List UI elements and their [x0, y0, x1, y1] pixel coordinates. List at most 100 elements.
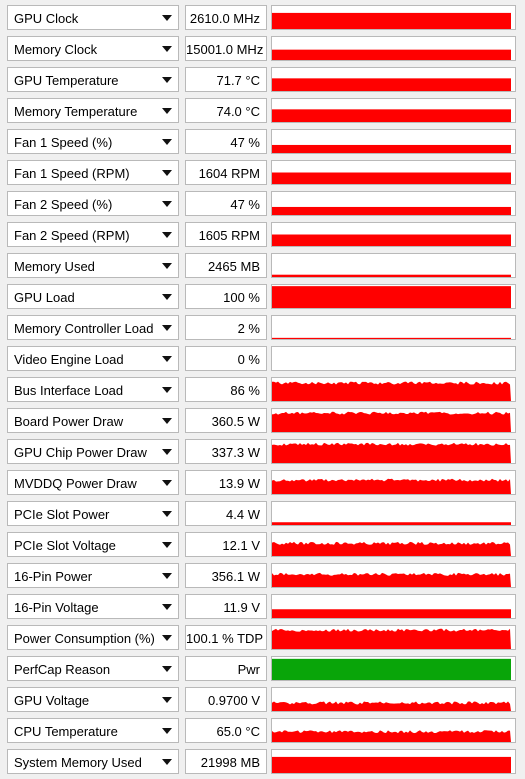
sensor-graph-plot	[272, 78, 511, 91]
dropdown-arrow-icon[interactable]	[161, 322, 173, 334]
sensor-value: 360.5 W	[211, 414, 260, 429]
dropdown-arrow-icon[interactable]	[161, 353, 173, 365]
sensor-name-dropdown[interactable]: Memory Controller Load	[7, 315, 179, 340]
sensor-name-dropdown[interactable]: GPU Chip Power Draw	[7, 439, 179, 464]
sensor-row: Fan 1 Speed (RPM) 1604 RPM	[0, 157, 525, 188]
sensor-value-box: 2610.0 MHz	[185, 5, 267, 30]
sensor-name-dropdown[interactable]: Fan 2 Speed (%)	[7, 191, 179, 216]
sensor-name-dropdown[interactable]: Memory Clock	[7, 36, 179, 61]
dropdown-arrow-icon[interactable]	[161, 632, 173, 644]
dropdown-arrow-icon[interactable]	[161, 725, 173, 737]
sensor-name: PCIe Slot Voltage	[14, 538, 116, 553]
sensor-name-dropdown[interactable]: GPU Clock	[7, 5, 179, 30]
dropdown-arrow-icon[interactable]	[161, 694, 173, 706]
dropdown-arrow-icon[interactable]	[161, 756, 173, 768]
sensor-value: 100 %	[223, 290, 260, 305]
graph-level-bar	[272, 286, 511, 308]
sensor-row: Bus Interface Load 86 %	[0, 374, 525, 405]
dropdown-arrow-icon[interactable]	[161, 477, 173, 489]
sensor-graph	[271, 67, 516, 92]
sensor-graph-plot	[272, 286, 511, 308]
sensor-graph-plot	[272, 756, 511, 773]
sensor-value: 100.1 % TDP	[186, 631, 264, 646]
sensor-value: Pwr	[237, 662, 260, 677]
sensor-name-dropdown[interactable]: 16-Pin Power	[7, 563, 179, 588]
sensor-name-dropdown[interactable]: System Memory Used	[7, 749, 179, 774]
sensor-value-box: 100 %	[185, 284, 267, 309]
sensor-name: CPU Temperature	[14, 724, 118, 739]
sensor-name-dropdown[interactable]: Board Power Draw	[7, 408, 179, 433]
graph-level-trace	[272, 628, 511, 649]
dropdown-arrow-icon[interactable]	[161, 12, 173, 24]
sensor-name-dropdown[interactable]: Memory Used	[7, 253, 179, 278]
sensor-name-dropdown[interactable]: Memory Temperature	[7, 98, 179, 123]
dropdown-arrow-icon[interactable]	[161, 105, 173, 117]
sensor-graph	[271, 315, 516, 340]
dropdown-arrow-icon[interactable]	[161, 539, 173, 551]
sensor-name: Fan 2 Speed (%)	[14, 197, 113, 212]
sensor-row: 16-Pin Power 356.1 W	[0, 560, 525, 591]
graph-level-trace	[272, 541, 511, 556]
sensor-name: GPU Chip Power Draw	[14, 445, 147, 460]
sensor-name-dropdown[interactable]: PCIe Slot Voltage	[7, 532, 179, 557]
graph-level-bar	[272, 109, 511, 122]
sensor-row: Video Engine Load 0 %	[0, 343, 525, 374]
sensor-value-box: 47 %	[185, 129, 267, 154]
sensor-value: 2465 MB	[207, 259, 260, 274]
sensor-name-dropdown[interactable]: GPU Temperature	[7, 67, 179, 92]
sensor-value: 47 %	[230, 135, 260, 150]
sensor-name: GPU Load	[14, 290, 75, 305]
sensor-graph	[271, 408, 516, 433]
sensor-value: 86 %	[230, 383, 260, 398]
sensor-value-box: 1604 RPM	[185, 160, 267, 185]
sensor-name-dropdown[interactable]: MVDDQ Power Draw	[7, 470, 179, 495]
sensor-value-box: 12.1 V	[185, 532, 267, 557]
sensor-graph-plot	[272, 144, 511, 153]
sensor-row: MVDDQ Power Draw 13.9 W	[0, 467, 525, 498]
sensor-graph-plot	[272, 572, 511, 587]
sensor-name-dropdown[interactable]: GPU Voltage	[7, 687, 179, 712]
dropdown-arrow-icon[interactable]	[161, 167, 173, 179]
sensor-value: 13.9 W	[218, 476, 260, 491]
sensor-row: Memory Used 2465 MB	[0, 250, 525, 281]
sensor-value: 0.9700 V	[207, 693, 260, 708]
sensor-row: GPU Temperature 71.7 °C	[0, 64, 525, 95]
sensor-row: Power Consumption (%) 100.1 % TDP	[0, 622, 525, 653]
dropdown-arrow-icon[interactable]	[161, 570, 173, 582]
dropdown-arrow-icon[interactable]	[161, 291, 173, 303]
sensor-row: 16-Pin Voltage 11.9 V	[0, 591, 525, 622]
dropdown-arrow-icon[interactable]	[161, 229, 173, 241]
sensor-graph-plot	[272, 381, 511, 401]
sensor-name-dropdown[interactable]: Video Engine Load	[7, 346, 179, 371]
dropdown-arrow-icon[interactable]	[161, 260, 173, 272]
sensor-name-dropdown[interactable]: CPU Temperature	[7, 718, 179, 743]
dropdown-arrow-icon[interactable]	[161, 198, 173, 210]
sensor-row: GPU Load 100 %	[0, 281, 525, 312]
sensor-value: 1605 RPM	[198, 228, 260, 243]
sensor-name-dropdown[interactable]: Fan 1 Speed (RPM)	[7, 160, 179, 185]
dropdown-arrow-icon[interactable]	[161, 508, 173, 520]
sensor-name-dropdown[interactable]: Fan 1 Speed (%)	[7, 129, 179, 154]
sensor-name-dropdown[interactable]: Power Consumption (%)	[7, 625, 179, 650]
sensor-name-dropdown[interactable]: 16-Pin Voltage	[7, 594, 179, 619]
dropdown-arrow-icon[interactable]	[161, 74, 173, 86]
dropdown-arrow-icon[interactable]	[161, 446, 173, 458]
sensor-graph-plot	[272, 12, 511, 29]
sensor-name-dropdown[interactable]: PCIe Slot Power	[7, 501, 179, 526]
dropdown-arrow-icon[interactable]	[161, 601, 173, 613]
sensor-name-dropdown[interactable]: PerfCap Reason	[7, 656, 179, 681]
dropdown-arrow-icon[interactable]	[161, 136, 173, 148]
sensor-graph-plot	[272, 274, 511, 277]
sensor-value-box: 11.9 V	[185, 594, 267, 619]
dropdown-arrow-icon[interactable]	[161, 384, 173, 396]
sensor-name-dropdown[interactable]: Fan 2 Speed (RPM)	[7, 222, 179, 247]
sensor-name-dropdown[interactable]: Bus Interface Load	[7, 377, 179, 402]
sensor-name: System Memory Used	[14, 755, 142, 770]
dropdown-arrow-icon[interactable]	[161, 43, 173, 55]
sensor-value: 11.9 V	[223, 600, 260, 615]
dropdown-arrow-icon[interactable]	[161, 663, 173, 675]
sensor-row: GPU Voltage 0.9700 V	[0, 684, 525, 715]
dropdown-arrow-icon[interactable]	[161, 415, 173, 427]
sensor-row: Memory Controller Load 2 %	[0, 312, 525, 343]
sensor-name-dropdown[interactable]: GPU Load	[7, 284, 179, 309]
